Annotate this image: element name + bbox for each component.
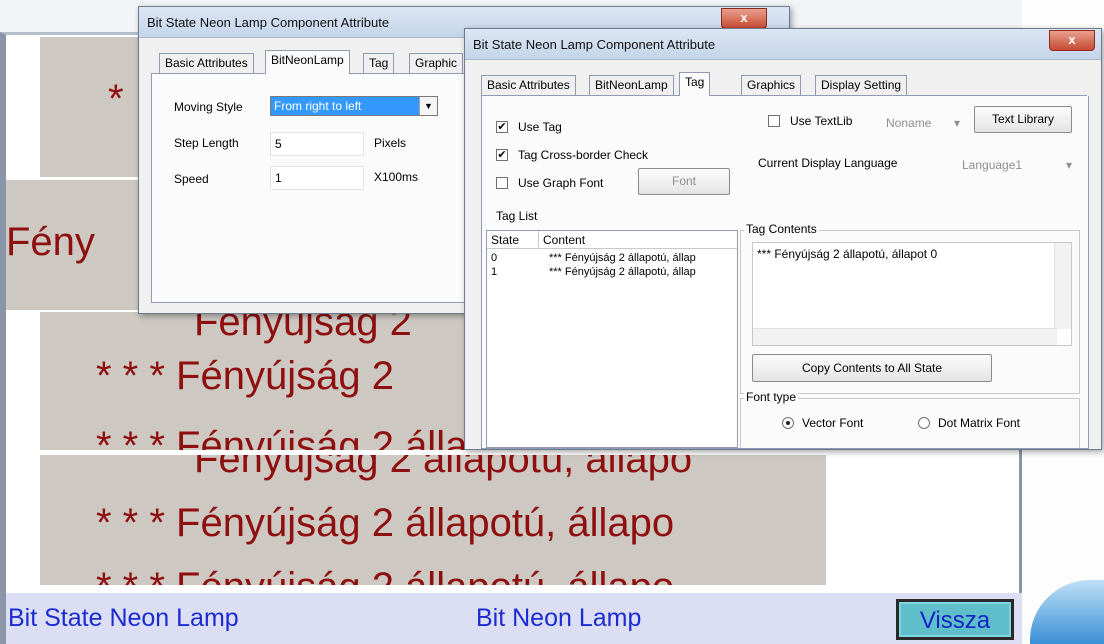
tab-bitneonlamp[interactable]: BitNeonLamp [265,50,350,74]
tag-contents-textarea[interactable]: *** Fényújság 2 állapotú, állapot 0 [752,242,1072,346]
footer-bar: Bit State Neon Lamp Bit Neon Lamp [0,593,1022,644]
chevron-down-icon[interactable]: ▼ [419,97,437,115]
neon-band-4: Fényújság 2 állapotú, állapo * * * Fényú… [40,455,826,585]
tag-list-row-state[interactable]: 1 [491,266,497,278]
use-textlib-label: Use TextLib [790,114,853,128]
chevron-down-icon[interactable]: ▾ [954,116,960,130]
attribute-dialog-front: Bit State Neon Lamp Component Attribute … [464,28,1102,450]
text-library-button[interactable]: Text Library [974,106,1072,133]
font-button[interactable]: Font [638,168,730,195]
tag-contents-value: *** Fényújság 2 állapotú, állapot 0 [757,247,938,261]
tab-graphics[interactable]: Graphics [741,75,802,95]
tab-graphic[interactable]: Graphic [409,53,464,73]
dialog-back-close-button[interactable]: x [721,8,767,29]
tag-list-row-content[interactable]: *** Fényújság 2 állapotú, állap [549,252,737,264]
tag-list-header-content[interactable]: Content [539,231,737,249]
speed-input[interactable]: 1 [270,166,364,190]
dialog-front-title: Bit State Neon Lamp Component Attribute [473,37,716,52]
tab-tag[interactable]: Tag [679,72,711,96]
cross-border-label: Tag Cross-border Check [518,148,649,162]
vissza-button[interactable]: Vissza [896,599,1014,640]
tag-list-header-state[interactable]: State [487,231,539,249]
speed-label: Speed [174,172,209,186]
dialog-front-tabpanel: ✔ Use Tag ✔ Tag Cross-border Check Use G… [481,96,1089,449]
step-length-unit: Pixels [374,136,407,150]
footer-center-label: Bit Neon Lamp [476,604,642,632]
tag-contents-label: Tag Contents [744,222,819,236]
neon-text-6: Fényújság 2 állapotú, állapo [194,455,693,481]
horizontal-scrollbar[interactable] [753,328,1057,345]
tag-list-row-state[interactable]: 0 [491,252,497,264]
graph-font-checkbox[interactable] [496,177,508,189]
dialog-back-title: Bit State Neon Lamp Component Attribute [147,15,390,30]
moving-style-value: From right to left [274,99,362,113]
neon-band-1: * [40,37,140,177]
neon-text-2: Fény [6,220,95,264]
display-language-label: Current Display Language [758,156,898,170]
close-icon: x [1068,32,1076,47]
tab-tag[interactable]: Tag [363,53,395,73]
dialog-back-tabbar: Basic Attributes BitNeonLamp Tag Graphic [151,50,471,74]
step-length-input[interactable]: 5 [270,132,364,156]
vector-font-label: Vector Font [802,416,864,430]
tag-list[interactable]: State Content 0 *** Fényújság 2 állapotú… [486,230,738,448]
moving-style-select[interactable]: From right to left ▼ [270,96,438,116]
cross-border-checkbox[interactable]: ✔ [496,149,508,161]
use-tag-checkbox[interactable]: ✔ [496,121,508,133]
copy-contents-button[interactable]: Copy Contents to All State [752,354,992,382]
textlib-select[interactable]: Noname [886,116,931,130]
graph-font-label: Use Graph Font [518,176,604,190]
vector-font-radio[interactable] [782,417,794,429]
step-length-label: Step Length [174,136,239,150]
dialog-front-close-button[interactable]: x [1049,30,1095,51]
chevron-down-icon[interactable]: ▾ [1066,158,1072,172]
tab-bitneonlamp[interactable]: BitNeonLamp [589,75,674,95]
use-tag-label: Use Tag [518,120,562,134]
neon-text-3: Fényújság 2 [194,312,412,344]
footer-left-label: Bit State Neon Lamp [8,604,239,632]
dialog-front-titlebar: Bit State Neon Lamp Component Attribute … [465,29,1101,60]
display-language-select[interactable]: Language1 [962,158,1022,172]
tag-list-row-content[interactable]: *** Fényújság 2 állapotú, állap [549,266,737,278]
tab-basic-attributes[interactable]: Basic Attributes [481,75,576,95]
tab-basic-attributes[interactable]: Basic Attributes [159,53,254,73]
neon-text-7: * * * Fényújság 2 állapotú, állapo [96,501,675,545]
moving-style-label: Moving Style [174,100,243,114]
neon-text-8: * * * Fényújság 2 állapotú, állapo [96,565,674,585]
dialog-front-tabbar: Basic Attributes BitNeonLamp Tag Graphic… [481,72,1087,96]
font-type-label: Font type [744,390,799,404]
tag-list-label: Tag List [496,209,538,223]
dot-matrix-font-radio[interactable] [918,417,930,429]
tab-display-setting[interactable]: Display Setting [815,75,908,95]
vissza-button-label: Vissza [899,602,1011,637]
dot-matrix-font-label: Dot Matrix Font [938,416,1021,430]
neon-text-4: * * * Fényújság 2 [96,354,394,398]
dialog-back-tabpanel: Moving Style From right to left ▼ Step L… [151,74,473,303]
neon-band-2: Fény [6,180,146,310]
neon-band-3: Fényújság 2 * * * Fényújság 2 * * * Fény… [40,312,464,450]
speed-unit: X100ms [374,170,419,184]
vertical-scrollbar[interactable] [1054,243,1071,329]
neon-text-1: * [108,77,124,121]
close-icon: x [740,10,748,25]
use-textlib-checkbox[interactable] [768,115,780,127]
neon-text-5: * * * Fényújság 2 állapotú, állapo [96,424,464,450]
